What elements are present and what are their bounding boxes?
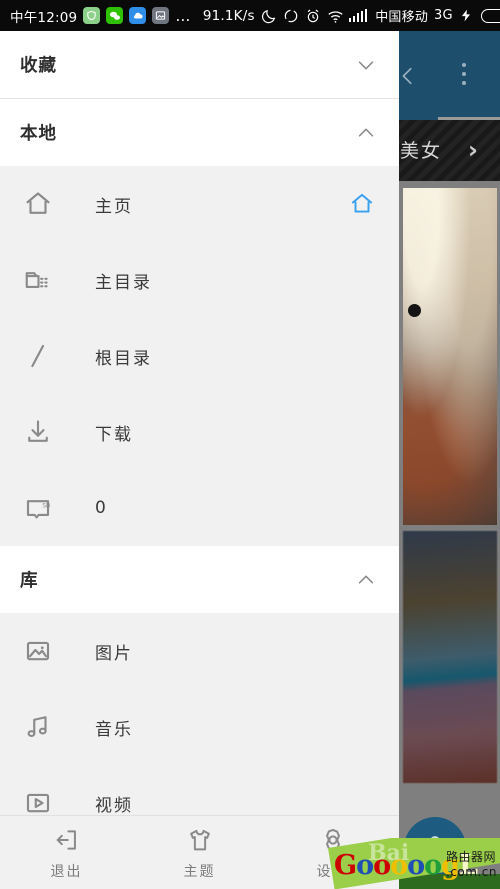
section-title: 收藏 bbox=[20, 56, 57, 76]
drawer-item-label: 图片 bbox=[95, 643, 133, 664]
download-icon bbox=[20, 414, 56, 450]
photo-app-icon bbox=[152, 7, 170, 24]
charging-bolt-icon bbox=[459, 8, 475, 24]
drawer-item-label: 视频 bbox=[95, 795, 133, 816]
drawer-item-label: 主页 bbox=[95, 196, 133, 217]
bottom-nav-label: 退出 bbox=[50, 863, 83, 880]
drawer-section-header-favorites[interactable]: 收藏 bbox=[0, 31, 399, 98]
network-speed: 91.1K/s bbox=[202, 7, 255, 24]
wechat-app-icon bbox=[106, 7, 124, 24]
bottom-nav-label: 主题 bbox=[183, 863, 216, 880]
folder-list-icon bbox=[20, 262, 56, 298]
moon-icon bbox=[261, 8, 277, 24]
content-thumbnail-1[interactable] bbox=[403, 188, 497, 525]
exit-icon bbox=[52, 825, 82, 855]
drawer-item-label: 根目录 bbox=[95, 348, 152, 369]
chevron-up-icon[interactable] bbox=[355, 569, 377, 591]
status-overflow-dots: … bbox=[175, 6, 192, 25]
chevron-up-icon[interactable] bbox=[355, 122, 377, 144]
content-thumbnail-2[interactable] bbox=[403, 531, 497, 783]
battery-icon bbox=[480, 8, 500, 23]
gear-icon bbox=[318, 825, 348, 855]
drawer-item-home[interactable]: 主页 bbox=[0, 166, 399, 242]
bottom-nav-settings[interactable]: 设置 bbox=[266, 816, 399, 889]
sd-card-icon: SD bbox=[20, 490, 56, 526]
bottom-nav-theme[interactable]: 主题 bbox=[133, 816, 266, 889]
carrier-name: 中国移动 bbox=[375, 10, 429, 25]
drawer-item-root-directory[interactable]: 根目录 bbox=[0, 318, 399, 394]
category-label: 美女 bbox=[400, 140, 443, 162]
bottom-nav-label: 设置 bbox=[316, 863, 349, 880]
drawer-item-pictures[interactable]: 图片 bbox=[0, 613, 399, 689]
status-bar: 中午12:09 … 91.1K/s 中国移动 3G bbox=[0, 0, 500, 31]
section-title: 库 bbox=[20, 571, 39, 591]
section-title: 本地 bbox=[20, 124, 57, 144]
lock-fab-button[interactable] bbox=[404, 817, 466, 879]
navigation-drawer: 收藏 本地 主页 主目录 根目录 下载 SD 0 库 图片 音乐 视频 bbox=[0, 31, 399, 889]
drawer-item-main-directory[interactable]: 主目录 bbox=[0, 242, 399, 318]
lock-icon bbox=[423, 833, 447, 861]
music-note-icon bbox=[20, 709, 56, 745]
drawer-item-label: 主目录 bbox=[95, 272, 152, 293]
shield-app-icon bbox=[83, 7, 101, 24]
content-bottom-strip bbox=[398, 874, 500, 889]
cloud-app-icon bbox=[129, 7, 147, 24]
bottom-navigation: 退出 主题 设置 bbox=[0, 815, 399, 889]
sync-circle-icon bbox=[283, 8, 299, 24]
alarm-clock-icon bbox=[305, 8, 321, 24]
slash-icon bbox=[20, 338, 56, 374]
image-icon bbox=[20, 633, 56, 669]
signal-bars-icon bbox=[348, 9, 368, 22]
home-icon-blue[interactable] bbox=[347, 189, 377, 219]
drawer-section-header-local[interactable]: 本地 bbox=[0, 99, 399, 166]
chevron-down-icon[interactable] bbox=[355, 54, 377, 76]
drawer-item-label: 下载 bbox=[95, 424, 133, 445]
chevron-right-icon[interactable]: › bbox=[468, 136, 478, 164]
network-type: 3G bbox=[434, 8, 453, 23]
drawer-item-download[interactable]: 下载 bbox=[0, 394, 399, 470]
bottom-nav-exit[interactable]: 退出 bbox=[0, 816, 133, 889]
drawer-item-music[interactable]: 音乐 bbox=[0, 689, 399, 765]
wifi-icon bbox=[327, 8, 343, 24]
tshirt-icon bbox=[185, 825, 215, 855]
drawer-section-body-library: 图片 音乐 视频 bbox=[0, 613, 399, 841]
chevron-left-icon[interactable] bbox=[397, 65, 419, 87]
drawer-section-body-local: 主页 主目录 根目录 下载 SD 0 bbox=[0, 166, 399, 546]
drawer-section-header-library[interactable]: 库 bbox=[0, 546, 399, 613]
app-root: 中午12:09 … 91.1K/s 中国移动 3G 美女 › 收藏 本地 主页 … bbox=[0, 0, 500, 889]
svg-text:SD: SD bbox=[42, 504, 51, 510]
home-icon bbox=[20, 186, 56, 222]
drawer-item-sdcard[interactable]: SD 0 bbox=[0, 470, 399, 546]
drawer-item-label: 0 bbox=[95, 498, 108, 518]
kebab-menu-icon[interactable] bbox=[462, 63, 466, 85]
drawer-item-label: 音乐 bbox=[95, 719, 133, 740]
status-clock: 中午12:09 bbox=[10, 9, 78, 26]
